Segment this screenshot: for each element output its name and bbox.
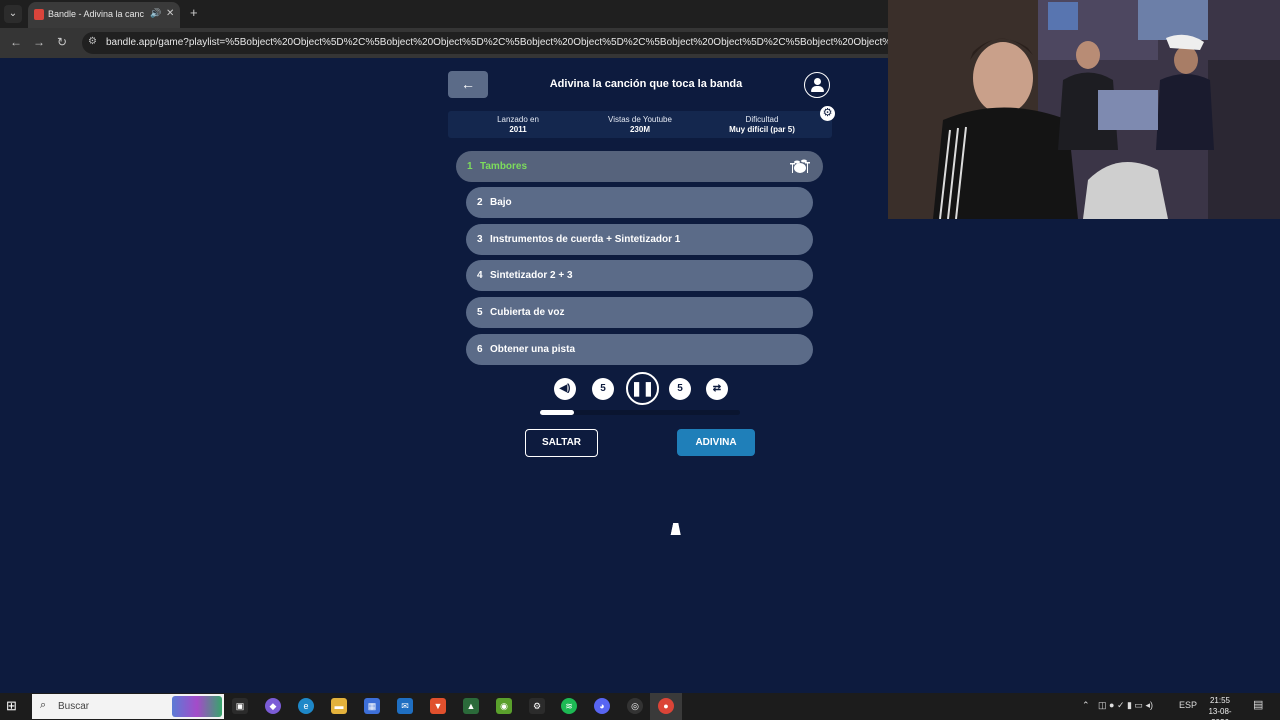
new-tab-button[interactable]: +	[190, 6, 198, 20]
back-button[interactable]: ←	[448, 71, 488, 98]
back-arrow-icon[interactable]: ←	[10, 35, 22, 49]
track-synth2-3[interactable]: 4 Sintetizador 2 + 3	[466, 260, 813, 291]
site-info-icon[interactable]: ⚙	[88, 36, 97, 47]
mouse-cursor-icon	[670, 523, 684, 535]
taskbar-search[interactable]: ⌕ Buscar	[32, 694, 224, 719]
nvidia-icon[interactable]: ◉	[496, 698, 512, 714]
drum-kit-icon	[790, 159, 810, 173]
playback-controls: ◀) 5 ❚❚ 5 ⇄	[446, 372, 836, 406]
search-icon: ⌕	[40, 699, 47, 711]
chrome-icon[interactable]: ●	[658, 698, 674, 714]
copilot-icon[interactable]: ◆	[265, 698, 281, 714]
track-label: Instrumentos de cuerda + Sintetizador 1	[490, 234, 681, 245]
notification-icon[interactable]: ▤	[1253, 698, 1263, 711]
arrow-left-icon: ←	[461, 76, 475, 92]
app-icon[interactable]: ▲	[463, 698, 479, 714]
browser-tab-bandle[interactable]: Bandle - Adivina la canción 🔊 ✕	[28, 2, 180, 28]
profile-button[interactable]	[804, 72, 830, 98]
reload-icon[interactable]: ↻	[57, 35, 67, 49]
track-label: Sintetizador 2 + 3	[490, 270, 573, 281]
forward-arrow-icon[interactable]: →	[33, 35, 45, 49]
forward-label: 5	[677, 383, 683, 394]
browser-toolbar: ← → ↻ ⚙ bandle.app/game?playlist=%5Bobje…	[0, 28, 888, 58]
search-placeholder: Buscar	[58, 701, 90, 712]
track-number: 5	[477, 307, 483, 318]
settings-icon[interactable]: ⚙	[529, 698, 545, 714]
release-value: 2011	[509, 125, 527, 134]
tab-title: Bandle - Adivina la canción	[48, 9, 144, 19]
gear-icon[interactable]: ⚙	[820, 106, 835, 121]
game-header: ← Adivina la canción que toca la banda	[446, 70, 836, 100]
track-number: 1	[467, 161, 473, 172]
taskbar-clock[interactable]: 21:55 13-08-2026	[1200, 695, 1240, 720]
difficulty-value: Muy difícil (par 5)	[729, 125, 795, 134]
views-label: Vistas de Youtube	[608, 115, 672, 124]
tray-overflow-icon[interactable]: ⌃	[1082, 700, 1090, 711]
track-hint[interactable]: 6 Obtener una pista	[466, 334, 813, 365]
views-info: Vistas de Youtube 230M	[580, 115, 700, 135]
browser-tab-strip: ⌄ Bandle - Adivina la canción 🔊 ✕ +	[0, 0, 888, 28]
song-info-bar: Lanzado en 2011 Vistas de Youtube 230M D…	[448, 111, 832, 138]
track-vocals[interactable]: 5 Cubierta de voz	[466, 297, 813, 328]
release-label: Lanzado en	[497, 115, 539, 124]
clock-time: 21:55	[1209, 696, 1231, 705]
discord-icon[interactable]: ◕	[594, 698, 610, 714]
difficulty-label: Dificultad	[745, 115, 779, 124]
edge-icon[interactable]: e	[298, 698, 314, 714]
mail-icon[interactable]: ✉	[397, 698, 413, 714]
windows-taskbar: ⊞ ⌕ Buscar ▣ ◆ e ▬ ▦ ✉ ▼ ▲ ◉ ⚙ ≋ ◕ ◎ ● ⌃…	[0, 693, 1280, 720]
store-icon[interactable]: ▦	[364, 698, 380, 714]
brave-icon[interactable]: ▼	[430, 698, 446, 714]
track-label: Tambores	[480, 161, 528, 172]
playback-progress[interactable]	[540, 410, 740, 415]
tab-search-button[interactable]: ⌄	[4, 5, 22, 23]
track-number: 6	[477, 344, 483, 355]
search-highlight-image	[172, 696, 222, 717]
pause-icon: ❚❚	[630, 380, 655, 396]
spotify-icon[interactable]: ≋	[561, 698, 577, 714]
file-explorer-icon[interactable]: ▬	[331, 698, 347, 714]
tray-app-icons[interactable]: ◫ ● ✓ ▮ ▭ ◂)	[1098, 700, 1153, 711]
guess-button[interactable]: ADIVINA	[677, 429, 755, 456]
views-value: 230M	[629, 125, 650, 134]
progress-fill	[540, 410, 574, 415]
pause-button[interactable]: ❚❚	[626, 372, 659, 405]
webcam-overlay	[888, 0, 1280, 219]
rewind-label: 5	[600, 383, 606, 394]
track-strings-synth1[interactable]: 3 Instrumentos de cuerda + Sintetizador …	[466, 224, 813, 255]
task-view-icon[interactable]: ▣	[232, 698, 248, 714]
rewind-5-button[interactable]: 5	[592, 378, 614, 400]
track-label: Bajo	[490, 197, 512, 208]
forward-5-button[interactable]: 5	[669, 378, 691, 400]
address-bar[interactable]: ⚙ bandle.app/game?playlist=%5Bobject%20O…	[82, 32, 888, 54]
difficulty-info: Dificultad Muy difícil (par 5)	[702, 115, 822, 135]
track-number: 2	[477, 197, 483, 208]
track-number: 3	[477, 234, 483, 245]
clock-date: 13-08-2026	[1208, 707, 1232, 720]
bandle-favicon-icon	[34, 9, 44, 20]
webcam-image	[888, 0, 1280, 219]
track-label: Cubierta de voz	[490, 307, 565, 318]
url-text[interactable]: bandle.app/game?playlist=%5Bobject%20Obj…	[106, 37, 888, 48]
language-indicator[interactable]: ESP	[1179, 700, 1197, 710]
user-icon	[814, 78, 821, 85]
skip-button[interactable]: SALTAR	[525, 429, 598, 457]
track-drums[interactable]: 1 Tambores	[456, 151, 823, 182]
page-title: Adivina la canción que toca la banda	[549, 78, 743, 90]
track-label: Obtener una pista	[490, 344, 576, 355]
volume-icon[interactable]: ◀)	[554, 378, 576, 400]
speaker-icon[interactable]: 🔊	[150, 8, 161, 19]
track-number: 4	[477, 270, 483, 281]
obs-icon[interactable]: ◎	[627, 698, 643, 714]
windows-start-icon[interactable]: ⊞	[6, 699, 17, 713]
loop-off-icon[interactable]: ⇄	[706, 378, 728, 400]
track-bass[interactable]: 2 Bajo	[466, 187, 813, 218]
release-info: Lanzado en 2011	[458, 115, 578, 135]
close-tab-icon[interactable]: ✕	[166, 8, 174, 19]
